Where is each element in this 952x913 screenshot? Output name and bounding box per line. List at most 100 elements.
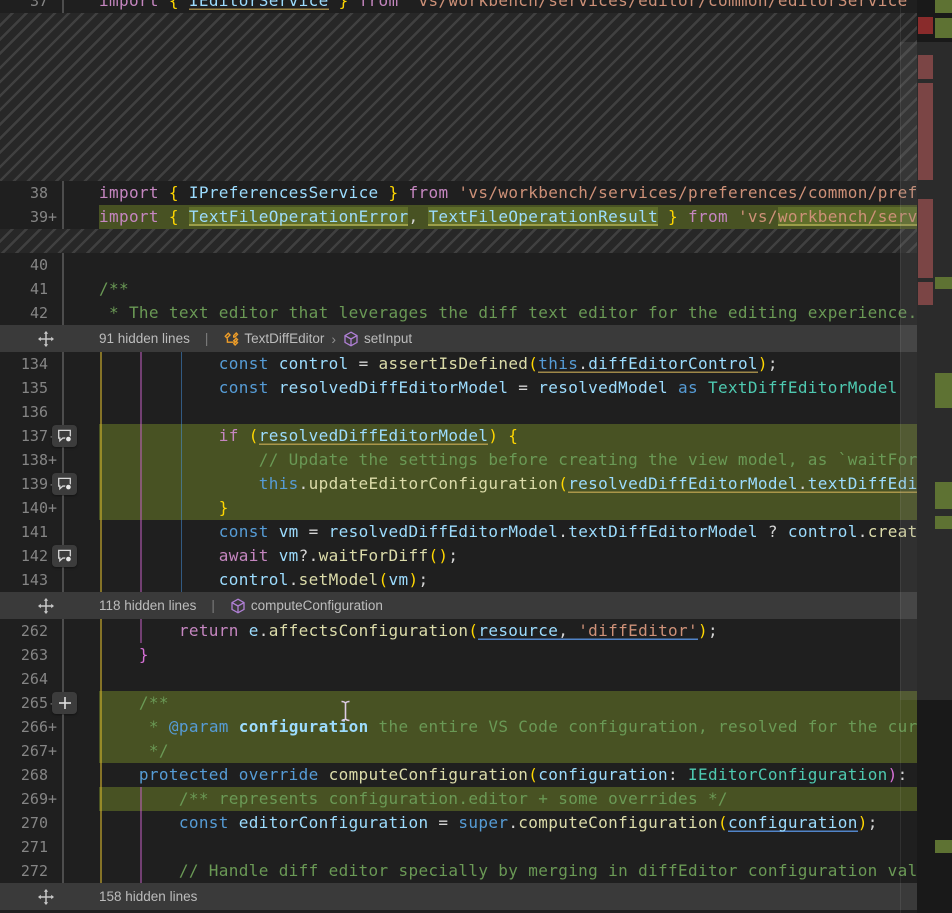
code-line[interactable]: 138+ // Update the settings before creat… xyxy=(0,448,917,472)
code-line[interactable]: 267+ */ xyxy=(0,739,917,763)
hidden-lines-separator[interactable]: 91 hidden lines|TextDiffEditor›setInput xyxy=(0,325,917,352)
code-content[interactable]: } xyxy=(99,496,917,520)
code-content[interactable]: } xyxy=(99,643,917,667)
line-number[interactable]: 271 xyxy=(0,838,48,856)
code-line[interactable]: 136 xyxy=(0,400,917,424)
expand-icon[interactable] xyxy=(38,598,54,614)
add-comment-button[interactable] xyxy=(52,692,77,714)
breadcrumb-item[interactable]: setInput xyxy=(343,331,412,347)
line-number[interactable]: 143 xyxy=(0,571,48,589)
code-content[interactable]: protected override computeConfiguration(… xyxy=(99,763,917,787)
code-line[interactable]: 41 /** xyxy=(0,277,917,301)
line-number[interactable]: 263 xyxy=(0,646,48,664)
code-content[interactable] xyxy=(99,253,917,277)
comment-icon xyxy=(57,549,72,563)
line-number[interactable]: 140 xyxy=(0,499,48,517)
code-line[interactable]: 40 xyxy=(0,253,917,277)
comment-thread-button[interactable] xyxy=(52,425,77,447)
line-number[interactable]: 270 xyxy=(0,814,48,832)
line-number[interactable]: 38 xyxy=(0,184,48,202)
code-content[interactable]: const vm = resolvedDiffEditorModel.textD… xyxy=(99,520,917,544)
code-line[interactable]: 269+ /** represents configuration.editor… xyxy=(0,787,917,811)
code-line[interactable]: 143 control.setModel(vm); xyxy=(0,568,917,592)
code-content[interactable] xyxy=(99,667,917,691)
code-line[interactable]: 141 const vm = resolvedDiffEditorModel.t… xyxy=(0,520,917,544)
code-line[interactable]: 37 import { IEditorService } from 'vs/wor… xyxy=(0,0,917,13)
comment-thread-button[interactable] xyxy=(52,473,77,495)
gutter: 139- xyxy=(0,472,99,496)
code-line[interactable]: 263 } xyxy=(0,643,917,667)
breadcrumb-item[interactable]: TextDiffEditor xyxy=(223,331,324,347)
code-line[interactable]: 134 const control = assertIsDefined(this… xyxy=(0,352,917,376)
line-number[interactable]: 264 xyxy=(0,670,48,688)
code-content[interactable]: * The text editor that leverages the dif… xyxy=(99,301,917,325)
line-number[interactable]: 139 xyxy=(0,475,48,493)
line-number[interactable]: 268 xyxy=(0,766,48,784)
code-content[interactable]: // Update the settings before creating t… xyxy=(99,448,917,472)
code-content[interactable]: if (resolvedDiffEditorModel) { xyxy=(99,424,917,448)
line-number[interactable]: 39 xyxy=(0,208,48,226)
code-content[interactable]: this.updateEditorConfiguration(resolvedD… xyxy=(99,472,917,496)
expand-icon[interactable] xyxy=(38,889,54,905)
code-line[interactable]: 270 const editorConfiguration = super.co… xyxy=(0,811,917,835)
code-content[interactable]: /** xyxy=(99,691,917,715)
line-number[interactable]: 266 xyxy=(0,718,48,736)
expand-icon[interactable] xyxy=(38,331,54,347)
code-content[interactable]: * @param configuration the entire VS Cod… xyxy=(99,715,917,739)
code-content[interactable]: import { IPreferencesService } from 'vs/… xyxy=(99,181,917,205)
code-line[interactable]: 268 protected override computeConfigurat… xyxy=(0,763,917,787)
code-line[interactable]: 135 const resolvedDiffEditorModel = reso… xyxy=(0,376,917,400)
code-content[interactable]: const editorConfiguration = super.comput… xyxy=(99,811,917,835)
code-line[interactable]: 139- this.updateEditorConfiguration(reso… xyxy=(0,472,917,496)
code-line[interactable]: 266+ * @param configuration the entire V… xyxy=(0,715,917,739)
code-content[interactable]: import { TextFileOperationError, TextFil… xyxy=(99,205,917,229)
code-content[interactable]: import { IEditorService } from 'vs/workb… xyxy=(99,0,917,13)
code-line[interactable]: 39+import { TextFileOperationError, Text… xyxy=(0,205,917,229)
line-number[interactable]: 137 xyxy=(0,427,48,445)
code-line[interactable]: 262 return e.affectsConfiguration(resour… xyxy=(0,619,917,643)
breadcrumb-label: computeConfiguration xyxy=(251,598,383,613)
breadcrumb-item[interactable]: computeConfiguration xyxy=(230,598,383,614)
line-number[interactable]: 134 xyxy=(0,355,48,373)
code-content[interactable]: // Handle diff editor specially by mergi… xyxy=(99,859,917,883)
code-content[interactable]: */ xyxy=(99,739,917,763)
line-number[interactable]: 40 xyxy=(0,256,48,274)
code-line[interactable]: 142 await vm?.waitForDiff(); xyxy=(0,544,917,568)
code-content[interactable]: control.setModel(vm); xyxy=(99,568,917,592)
line-number[interactable]: 41 xyxy=(0,280,48,298)
line-number[interactable]: 269 xyxy=(0,790,48,808)
code-content[interactable]: /** xyxy=(99,277,917,301)
comment-thread-button[interactable] xyxy=(52,545,77,567)
code-line[interactable]: 265- /** xyxy=(0,691,917,715)
line-number[interactable]: 267 xyxy=(0,742,48,760)
line-number[interactable]: 42 xyxy=(0,304,48,322)
code-content[interactable]: return e.affectsConfiguration(resource, … xyxy=(99,619,917,643)
code-line[interactable]: 272 // Handle diff editor specially by m… xyxy=(0,859,917,883)
code-content[interactable]: const control = assertIsDefined(this.dif… xyxy=(99,352,917,376)
code-content[interactable]: /** represents configuration.editor + so… xyxy=(99,787,917,811)
line-number[interactable]: 265 xyxy=(0,694,48,712)
code-area[interactable]: 37 import { IEditorService } from 'vs/wor… xyxy=(0,0,917,910)
code-line[interactable]: 38 import { IPreferencesService } from 'v… xyxy=(0,181,917,205)
code-line[interactable]: 137- if (resolvedDiffEditorModel) { xyxy=(0,424,917,448)
line-number[interactable]: 37 xyxy=(0,0,48,10)
token: super xyxy=(458,813,508,832)
token: ) xyxy=(858,813,868,832)
code-line[interactable]: 264 xyxy=(0,667,917,691)
code-content[interactable]: const resolvedDiffEditorModel = resolved… xyxy=(99,376,917,400)
code-content[interactable] xyxy=(99,835,917,859)
code-line[interactable]: 140+ } xyxy=(0,496,917,520)
line-number[interactable]: 136 xyxy=(0,403,48,421)
code-line[interactable]: 271 xyxy=(0,835,917,859)
code-content[interactable]: await vm?.waitForDiff(); xyxy=(99,544,917,568)
code-content[interactable] xyxy=(99,400,917,424)
hidden-lines-separator[interactable]: 118 hidden lines|computeConfiguration xyxy=(0,592,917,619)
code-line[interactable]: 42 * The text editor that leverages the … xyxy=(0,301,917,325)
line-number[interactable]: 138 xyxy=(0,451,48,469)
line-number[interactable]: 272 xyxy=(0,862,48,880)
line-number[interactable]: 262 xyxy=(0,622,48,640)
line-number[interactable]: 141 xyxy=(0,523,48,541)
line-number[interactable]: 142 xyxy=(0,547,48,565)
line-number[interactable]: 135 xyxy=(0,379,48,397)
hidden-lines-separator[interactable]: 158 hidden lines xyxy=(0,883,917,910)
